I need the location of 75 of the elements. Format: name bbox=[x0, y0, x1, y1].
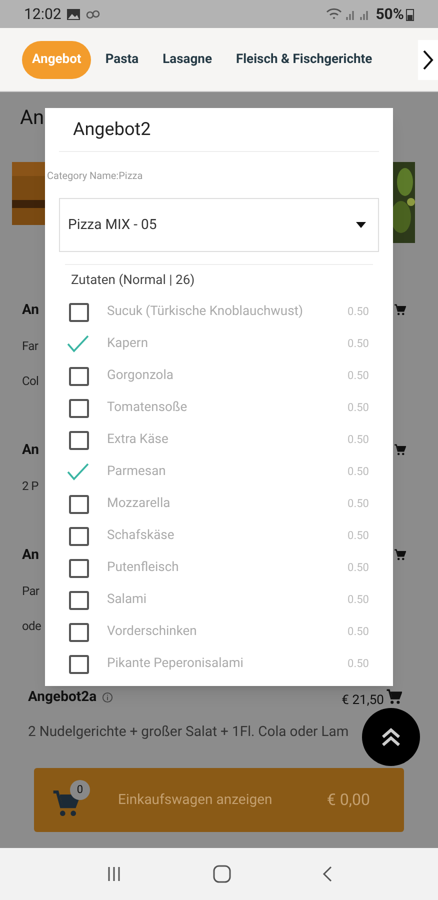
ingredient-price: 0.50 bbox=[348, 528, 369, 544]
battery-icon bbox=[406, 8, 414, 20]
ingredient-price: 0.50 bbox=[348, 464, 369, 480]
double-chevron-up-icon bbox=[379, 725, 403, 749]
offer-description: Par bbox=[22, 582, 40, 600]
ingredient-name: Sucuk (Türkische Knoblauchwust) bbox=[107, 303, 304, 322]
page-title: An bbox=[20, 104, 44, 131]
offer-price: € 21,50 bbox=[342, 692, 384, 710]
recent-apps-icon[interactable] bbox=[106, 866, 122, 882]
info-icon bbox=[102, 692, 113, 702]
ingredient-name: Parmesan bbox=[107, 463, 166, 482]
chevron-right-icon bbox=[422, 48, 434, 70]
ingredient-price: 0.50 bbox=[348, 624, 369, 640]
ingredient-name: Vorderschinken bbox=[107, 623, 197, 642]
ingredient-price: 0.50 bbox=[348, 432, 369, 448]
checkbox[interactable] bbox=[69, 590, 89, 610]
ingredient-name: Putenfleisch bbox=[107, 559, 179, 578]
offer-description: Far bbox=[22, 338, 38, 354]
variant-select[interactable]: Pizza MIX - 05 bbox=[59, 198, 379, 252]
checkbox[interactable] bbox=[69, 622, 89, 642]
offer-title: An bbox=[22, 300, 40, 320]
checkbox[interactable] bbox=[69, 494, 89, 514]
cart-icon bbox=[394, 303, 406, 317]
ingredient-name: Tomatensoße bbox=[107, 399, 188, 418]
offer-description: Col bbox=[22, 372, 39, 390]
ingredient-name: Extra Käse bbox=[107, 431, 168, 450]
checkbox[interactable] bbox=[69, 398, 89, 418]
back-icon[interactable] bbox=[322, 866, 332, 882]
ingredient-name: Mozzarella bbox=[107, 495, 170, 514]
offer-description: 2 Nudelgerichte + großer Salat + 1Fl. Cola oder Lam bbox=[28, 723, 349, 742]
category-tab[interactable]: Pasta bbox=[95, 40, 149, 78]
checkbox[interactable] bbox=[69, 654, 89, 674]
ingredient-price: 0.50 bbox=[348, 592, 369, 608]
ingredient-name: Kapern bbox=[107, 335, 148, 354]
ingredient-price: 0.50 bbox=[348, 560, 369, 576]
offer-title: An bbox=[22, 440, 40, 460]
ingredient-price: 0.50 bbox=[348, 656, 369, 672]
check-icon[interactable] bbox=[67, 463, 89, 481]
dropdown-caret-icon bbox=[356, 222, 366, 228]
category-tab[interactable]: Fleisch & Fischgerichte bbox=[226, 40, 382, 78]
cart-icon bbox=[394, 443, 406, 457]
checkbox[interactable] bbox=[69, 430, 89, 450]
section-heading: Zutaten (Normal | 26) bbox=[71, 272, 195, 290]
ingredient-name: Gorgonzola bbox=[107, 367, 174, 386]
ingredient-price: 0.50 bbox=[348, 400, 369, 416]
checkbox[interactable] bbox=[69, 366, 89, 386]
check-icon[interactable] bbox=[67, 335, 89, 353]
category-tab[interactable]: Lasagne bbox=[152, 40, 222, 78]
ingredient-price: 0.50 bbox=[348, 496, 369, 512]
dialog-title: Angebot2 bbox=[73, 118, 151, 142]
checkbox[interactable] bbox=[69, 558, 89, 578]
notification-icon bbox=[86, 9, 100, 19]
cart-total: € 0,00 bbox=[326, 789, 370, 811]
next-tabs-button[interactable] bbox=[418, 40, 438, 80]
ingredient-price: 0.50 bbox=[348, 368, 369, 384]
offer-title: Angebot2a bbox=[28, 688, 97, 706]
home-icon[interactable] bbox=[212, 865, 231, 883]
battery-percent: 50% bbox=[376, 4, 404, 25]
ingredient-price: 0.50 bbox=[348, 336, 369, 352]
checkbox[interactable] bbox=[69, 526, 89, 546]
offer-title: An bbox=[22, 546, 40, 564]
cart-icon bbox=[394, 548, 406, 562]
offer-description: ode bbox=[22, 618, 42, 634]
clock: 12:02 bbox=[24, 4, 62, 25]
wifi-icon bbox=[326, 8, 342, 20]
ingredient-name: Schafskäse bbox=[107, 527, 174, 546]
category-label: Category Name:Pizza bbox=[47, 170, 144, 184]
cart-icon bbox=[386, 689, 402, 705]
ingredient-price: 0.50 bbox=[348, 304, 369, 320]
checkbox[interactable] bbox=[69, 302, 89, 322]
cart-count-badge: 0 bbox=[70, 780, 90, 800]
image-icon bbox=[67, 8, 80, 20]
ingredient-name: Salami bbox=[107, 591, 147, 610]
ingredient-name: Pikante Peperonisalami bbox=[107, 655, 244, 674]
offer-description: 2 P bbox=[22, 478, 38, 494]
